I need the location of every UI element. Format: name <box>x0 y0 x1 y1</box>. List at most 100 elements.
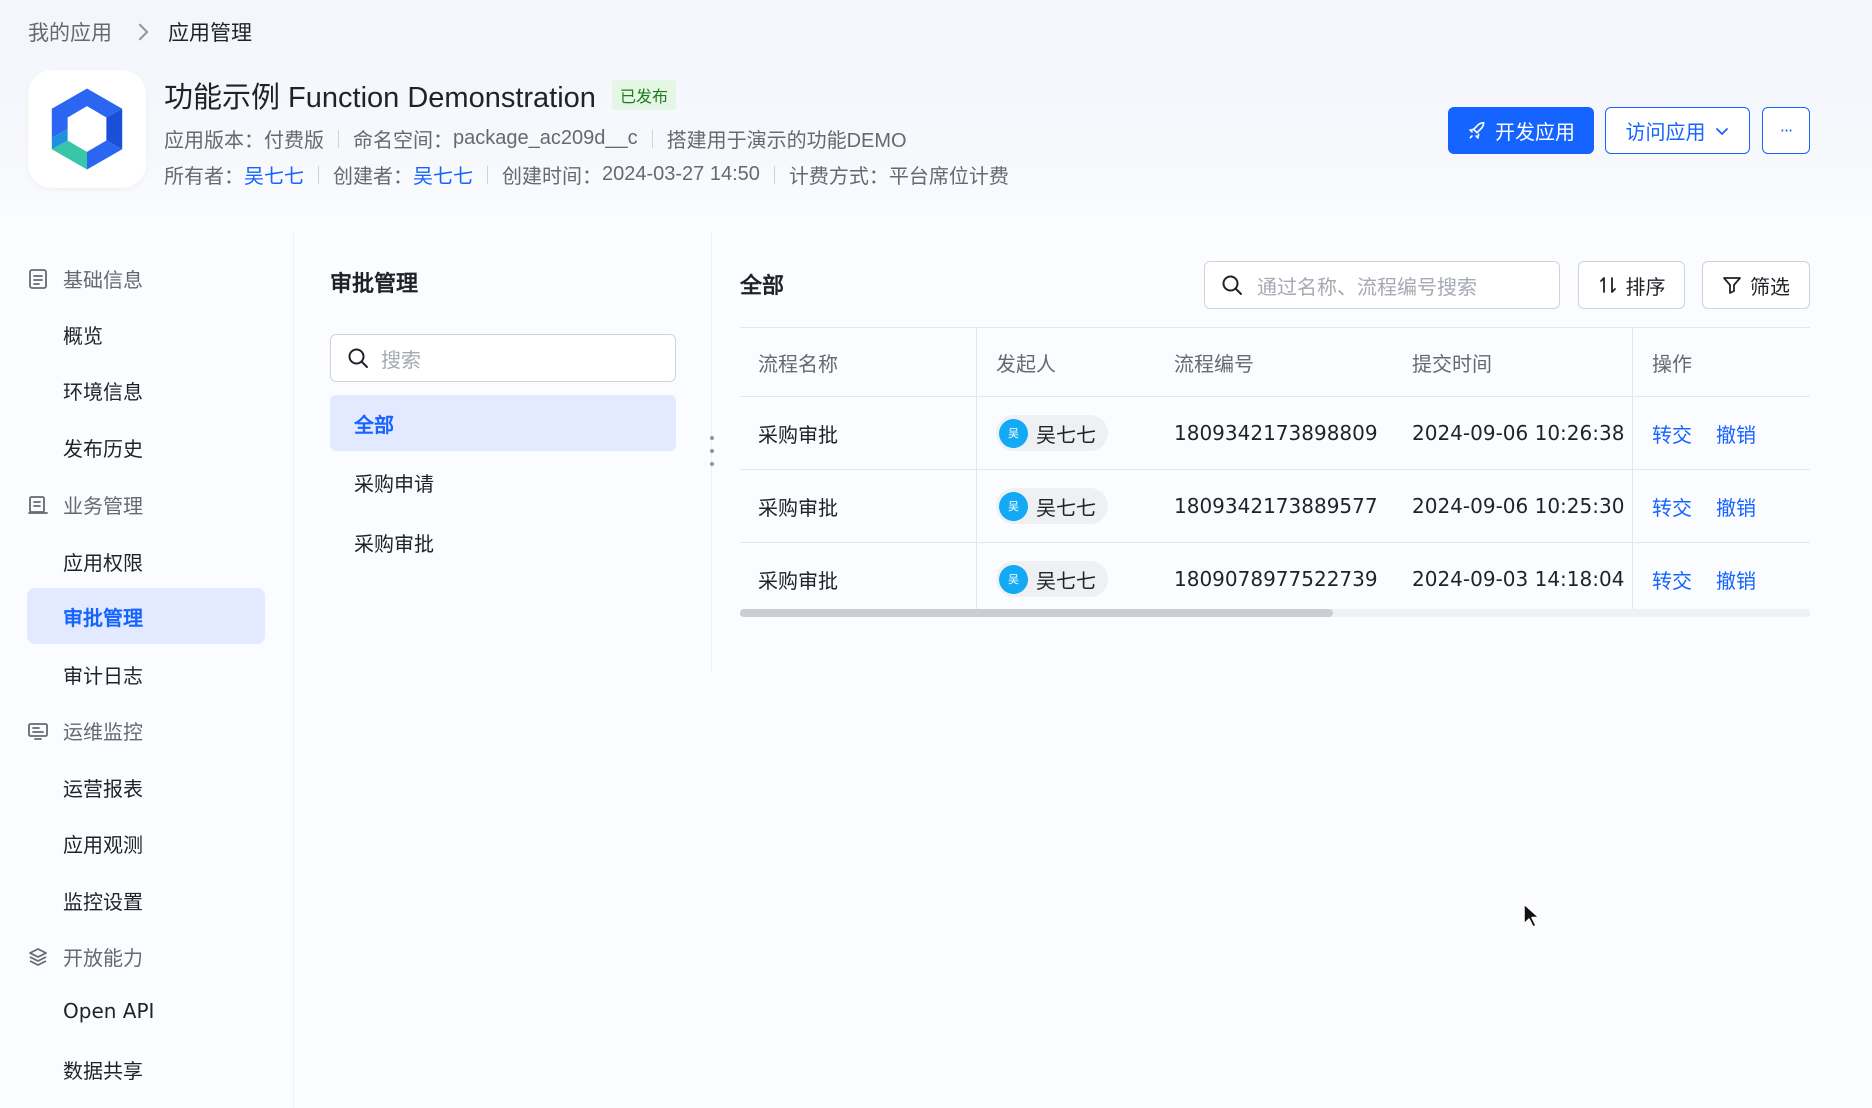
breadcrumb-current: 应用管理 <box>168 21 252 45</box>
sidebar-group-business[interactable]: 业务管理 <box>27 490 143 519</box>
list-title: 全部 <box>740 274 785 299</box>
avatar: 吴 <box>999 564 1028 594</box>
sidebar-group-ops[interactable]: 运维监控 <box>27 716 143 745</box>
sidebar-group-basic[interactable]: 基础信息 <box>27 264 143 293</box>
horizontal-scrollbar-thumb[interactable] <box>740 609 1333 617</box>
more-button[interactable]: ··· <box>1762 107 1810 154</box>
breadcrumb-my-apps[interactable]: 我的应用 <box>28 17 112 47</box>
sidebar-item-label: 审批管理 <box>63 605 143 630</box>
submit-time: 2024-09-06 10:26:38 <box>1412 421 1625 445</box>
divider <box>338 129 339 148</box>
table-row[interactable]: 采购审批 吴 吴七七 1809078977522739 2024-09-03 1… <box>740 543 1810 616</box>
user-chip[interactable]: 吴 吴七七 <box>996 415 1108 451</box>
revoke-button[interactable]: 撤销 <box>1716 565 1756 594</box>
sidebar <box>0 232 294 1108</box>
sidebar-item-monitor-settings[interactable]: 监控设置 <box>63 886 143 915</box>
divider <box>773 165 775 184</box>
column-divider <box>1632 327 1633 611</box>
develop-app-button[interactable]: 开发应用 <box>1448 107 1594 154</box>
sidebar-group-label: 运维监控 <box>63 720 143 744</box>
creator-link[interactable]: 吴七七 <box>413 160 473 189</box>
app-logo-icon <box>51 88 123 170</box>
sidebar-item-overview[interactable]: 概览 <box>63 320 103 349</box>
search-placeholder: 搜索 <box>381 347 421 372</box>
process-name: 采购审批 <box>758 568 838 593</box>
process-table: 流程名称 发起人 流程编号 提交时间 操作 采购审批 吴 吴七七 1809342… <box>740 327 1810 616</box>
mouse-cursor-icon <box>1522 902 1542 930</box>
sidebar-item-app-permissions[interactable]: 应用权限 <box>63 547 143 576</box>
divider <box>487 165 488 184</box>
initiator-name: 吴七七 <box>1036 568 1096 593</box>
process-id: 1809342173889577 <box>1174 494 1378 518</box>
column-header-actions: 操作 <box>1652 351 1692 376</box>
search-placeholder: 通过名称、流程编号搜索 <box>1257 274 1477 299</box>
sidebar-group-label: 业务管理 <box>63 494 143 518</box>
briefcase-icon <box>28 495 48 514</box>
namespace-label: 命名空间： <box>353 130 453 152</box>
panel-title: 审批管理 <box>330 272 419 297</box>
sidebar-item-open-api[interactable]: Open API <box>63 999 154 1023</box>
created-value: 2024-03-27 14:50 <box>602 163 760 185</box>
category-search-input[interactable]: 搜索 <box>330 334 676 382</box>
sort-icon <box>1599 277 1616 293</box>
revoke-button[interactable]: 撤销 <box>1716 419 1756 448</box>
visit-app-button[interactable]: 访问应用 <box>1605 107 1750 154</box>
app-title: 功能示例 Function Demonstration <box>164 82 596 114</box>
billing-label: 计费方式： <box>788 166 889 188</box>
user-chip[interactable]: 吴 吴七七 <box>996 561 1108 597</box>
search-icon <box>348 348 368 368</box>
table-row[interactable]: 采购审批 吴 吴七七 1809342173898809 2024-09-06 1… <box>740 397 1810 470</box>
sidebar-group-open[interactable]: 开放能力 <box>27 942 143 971</box>
chevron-right-icon <box>126 18 154 46</box>
table-header: 流程名称 发起人 流程编号 提交时间 操作 <box>740 327 1810 397</box>
initiator-cell: 吴 吴七七 <box>996 470 1108 542</box>
transfer-button[interactable]: 转交 <box>1652 565 1692 594</box>
transfer-button[interactable]: 转交 <box>1652 419 1692 448</box>
document-icon <box>29 268 47 289</box>
column-divider <box>976 327 977 611</box>
process-search-input[interactable]: 通过名称、流程编号搜索 <box>1204 261 1560 309</box>
sidebar-item-approval-management[interactable]: 审批管理 <box>27 588 265 644</box>
user-chip[interactable]: 吴 吴七七 <box>996 488 1108 524</box>
visit-app-label: 访问应用 <box>1625 120 1706 144</box>
sidebar-item-audit-log[interactable]: 审计日志 <box>63 660 143 689</box>
column-header-id: 流程编号 <box>1174 351 1254 376</box>
status-badge: 已发布 <box>611 80 676 110</box>
app-title-row: 功能示例 Function Demonstration 已发布 <box>164 74 676 116</box>
process-name: 采购审批 <box>758 422 838 447</box>
category-purchase-approval[interactable]: 采购审批 <box>330 514 676 570</box>
revoke-button[interactable]: 撤销 <box>1716 492 1756 521</box>
sort-button[interactable]: 排序 <box>1578 261 1685 309</box>
filter-icon <box>1723 277 1741 294</box>
monitor-icon <box>28 722 48 740</box>
transfer-button[interactable]: 转交 <box>1652 492 1692 521</box>
actions-cell: 转交 撤销 <box>1652 397 1756 469</box>
avatar: 吴 <box>999 418 1028 448</box>
sidebar-group-label: 开放能力 <box>63 946 143 970</box>
sidebar-item-app-observe[interactable]: 应用观测 <box>63 829 143 858</box>
divider <box>318 165 319 184</box>
sidebar-item-data-sharing[interactable]: 数据共享 <box>63 1055 143 1084</box>
owner-label: 所有者： <box>164 166 244 188</box>
rocket-icon <box>1468 121 1485 139</box>
category-all[interactable]: 全部 <box>330 395 676 451</box>
more-icon: ··· <box>1779 121 1793 140</box>
submit-time: 2024-09-06 10:25:30 <box>1412 494 1625 518</box>
version-value: 付费版 <box>264 130 324 152</box>
submit-time: 2024-09-03 14:18:04 <box>1412 567 1625 591</box>
table-row[interactable]: 采购审批 吴 吴七七 1809342173889577 2024-09-06 1… <box>740 470 1810 543</box>
app-meta-row-1: 应用版本： 付费版 命名空间： package_ac209d__c 搭建用于演示… <box>164 124 907 153</box>
layers-icon <box>29 947 47 966</box>
owner-link[interactable]: 吴七七 <box>244 160 304 189</box>
sidebar-item-ops-report[interactable]: 运营报表 <box>63 773 143 802</box>
category-purchase-request[interactable]: 采购申请 <box>330 454 676 510</box>
filter-button[interactable]: 筛选 <box>1702 261 1810 309</box>
sidebar-item-environment[interactable]: 环境信息 <box>63 376 143 405</box>
actions-cell: 转交 撤销 <box>1652 543 1756 615</box>
sidebar-item-release-history[interactable]: 发布历史 <box>63 433 143 462</box>
process-name: 采购审批 <box>758 495 838 520</box>
sort-label: 排序 <box>1625 274 1666 299</box>
panel-resize-handle[interactable] <box>709 436 715 466</box>
process-id: 1809342173898809 <box>1174 421 1378 445</box>
initiator-name: 吴七七 <box>1036 495 1096 520</box>
